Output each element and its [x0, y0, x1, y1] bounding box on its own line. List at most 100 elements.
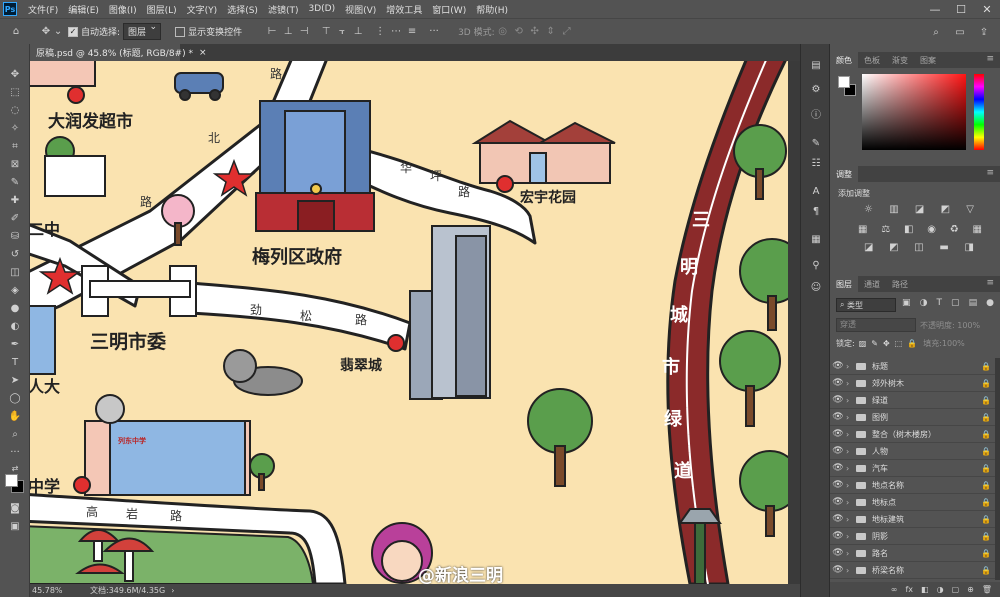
type-tool-icon[interactable]: T — [6, 354, 24, 370]
paint-bucket-icon[interactable]: ◈ — [6, 282, 24, 298]
auto-select-option[interactable]: ✓ 自动选择: 图层 — [68, 22, 162, 40]
swatches-grid-icon[interactable]: ▦ — [809, 232, 823, 246]
panel-menu-icon[interactable]: ≡ — [986, 168, 994, 178]
info-panel-icon[interactable]: ⓘ — [809, 106, 823, 121]
new-layer-icon[interactable]: ⊕ — [967, 585, 974, 594]
pen-tool-icon[interactable]: ✒ — [6, 336, 24, 352]
visibility-eye-icon[interactable]: 👁 — [830, 497, 846, 507]
dodge-tool-icon[interactable]: ◐ — [6, 318, 24, 334]
foreground-color-swatch-front[interactable] — [5, 474, 18, 487]
layer-row[interactable]: 👁 › 地标点 🔒 — [830, 494, 995, 511]
zoom-tool-icon[interactable]: ⌕ — [6, 426, 24, 442]
tab-patterns[interactable]: 图案 — [914, 52, 942, 68]
user-avatar-icon[interactable]: ☺ — [809, 280, 823, 294]
align-center-icon[interactable]: ⊥ — [280, 24, 296, 40]
distribute-v-icon[interactable]: ≡ — [404, 24, 420, 40]
paragraph-panel-icon[interactable]: ¶ — [809, 204, 823, 218]
menu-select[interactable]: 选择(S) — [222, 3, 263, 16]
menu-type[interactable]: 文字(Y) — [182, 3, 223, 16]
lock-pixels-icon[interactable]: ▨ — [859, 339, 867, 348]
filter-toggle-icon[interactable]: ● — [986, 298, 994, 308]
share-icon[interactable]: ⇪ — [976, 24, 992, 40]
lock-all-icon[interactable]: 🔒 — [907, 339, 917, 348]
menu-edit[interactable]: 编辑(E) — [63, 3, 104, 16]
character-panel-icon[interactable]: A — [809, 184, 823, 198]
visibility-eye-icon[interactable]: 👁 — [830, 531, 846, 541]
chevron-right-icon[interactable]: › — [846, 379, 856, 388]
add-mask-icon[interactable]: ◧ — [921, 585, 929, 594]
curves-icon[interactable]: ◪ — [915, 204, 924, 215]
menu-3d[interactable]: 3D(D) — [303, 4, 340, 14]
move-tool-icon[interactable]: ✥ — [38, 24, 54, 40]
gradient-map-icon[interactable]: ▬ — [939, 242, 948, 253]
levels-icon[interactable]: ▥ — [889, 204, 898, 215]
history-brush-icon[interactable]: ↺ — [6, 246, 24, 262]
exposure-icon[interactable]: ◩ — [941, 204, 950, 215]
lasso-tool-icon[interactable]: ◌ — [6, 102, 24, 118]
lock-image-icon[interactable]: ✎ — [871, 339, 878, 348]
auto-select-checkbox[interactable]: ✓ — [68, 26, 78, 37]
chevron-right-icon[interactable]: › — [846, 413, 856, 422]
link-layers-icon[interactable]: ∞ — [891, 585, 898, 594]
move-tool-icon[interactable]: ✥ — [6, 66, 24, 82]
brightness-icon[interactable]: ☼ — [864, 204, 873, 215]
marquee-tool-icon[interactable]: ⬚ — [6, 84, 24, 100]
layer-row[interactable]: 👁 › 标题 🔒 — [830, 358, 995, 375]
menu-view[interactable]: 视图(V) — [340, 3, 381, 16]
chevron-right-icon[interactable]: › — [846, 549, 856, 558]
brush-settings-icon[interactable]: ☷ — [809, 156, 823, 170]
document-tab[interactable]: 原稿.psd @ 45.8% (标题, RGB/8#) * × — [30, 44, 207, 61]
selective-color-icon[interactable]: ◨ — [965, 242, 974, 253]
distribute-icon[interactable]: ⋮ — [372, 24, 388, 40]
layer-style-icon[interactable]: fx — [905, 585, 913, 594]
filter-adjust-icon[interactable]: ◑ — [920, 298, 928, 308]
align-right-icon[interactable]: ⊣ — [296, 24, 312, 40]
invert-icon[interactable]: ◪ — [864, 242, 873, 253]
workspace-icon[interactable]: ▭ — [952, 24, 968, 40]
chevron-right-icon[interactable]: › — [846, 464, 856, 473]
visibility-eye-icon[interactable]: 👁 — [830, 548, 846, 558]
color-lookup-icon[interactable]: ▦ — [972, 224, 981, 235]
filter-shape-icon[interactable]: ▢ — [951, 298, 960, 308]
visibility-eye-icon[interactable]: 👁 — [830, 480, 846, 490]
tab-gradients[interactable]: 渐变 — [886, 52, 914, 68]
align-left-icon[interactable]: ⊢ — [264, 24, 280, 40]
panel-menu-icon[interactable]: ≡ — [986, 278, 994, 288]
layer-row[interactable]: 👁 › 绿道 🔒 — [830, 392, 995, 409]
visibility-eye-icon[interactable]: 👁 — [830, 463, 846, 473]
home-icon[interactable]: ⌂ — [8, 24, 24, 40]
layer-filter-dropdown[interactable]: ⌕ 类型 — [836, 298, 896, 312]
tab-layers[interactable]: 图层 — [830, 276, 858, 292]
menu-layer[interactable]: 图层(L) — [142, 3, 182, 16]
hue-saturation-icon[interactable]: ▦ — [858, 224, 867, 235]
healing-brush-icon[interactable]: ✚ — [6, 192, 24, 208]
document-canvas[interactable]: 大润发超市 梅列区政府 宏宇花园 三明市委 翡翠城 二中 人大 中学 列东中学 … — [30, 61, 788, 584]
threshold-icon[interactable]: ◫ — [914, 242, 923, 253]
filter-pixel-icon[interactable]: ▣ — [902, 298, 911, 308]
blur-tool-icon[interactable]: ● — [6, 300, 24, 316]
layer-row[interactable]: 👁 › 地点名称 🔒 — [830, 477, 995, 494]
zoom-level[interactable]: 45.78% — [32, 586, 84, 595]
close-window-button[interactable]: ✕ — [974, 0, 1000, 18]
layer-row[interactable]: 👁 › 郊外树木 🔒 — [830, 375, 995, 392]
layer-row[interactable]: 👁 › 桥梁名称 🔒 — [830, 562, 995, 579]
clone-stamp-icon[interactable]: ⛁ — [6, 228, 24, 244]
screen-mode-icon[interactable]: ▣ — [6, 518, 24, 534]
search-icon[interactable]: ⌕ — [928, 24, 944, 40]
filter-smart-icon[interactable]: ▤ — [969, 298, 978, 308]
tab-color[interactable]: 颜色 — [830, 52, 858, 68]
fill-value[interactable]: 100% — [942, 339, 965, 348]
chevron-right-icon[interactable]: › — [846, 532, 856, 541]
delete-layer-icon[interactable]: 🗑 — [982, 585, 992, 594]
posterize-icon[interactable]: ◩ — [889, 242, 898, 253]
show-transform-option[interactable]: 显示变换控件 — [175, 25, 242, 38]
layer-row[interactable]: 👁 › 地标建筑 🔒 — [830, 511, 995, 528]
visibility-eye-icon[interactable]: 👁 — [830, 412, 846, 422]
auto-select-target-dropdown[interactable]: 图层 — [123, 22, 162, 40]
menu-file[interactable]: 文件(F) — [23, 3, 63, 16]
chevron-right-icon[interactable]: › — [846, 430, 856, 439]
layer-row[interactable]: 👁 › 人物 🔒 — [830, 443, 995, 460]
eraser-tool-icon[interactable]: ◫ — [6, 264, 24, 280]
canvas-vertical-scrollbar[interactable] — [788, 61, 800, 584]
visibility-eye-icon[interactable]: 👁 — [830, 361, 846, 371]
